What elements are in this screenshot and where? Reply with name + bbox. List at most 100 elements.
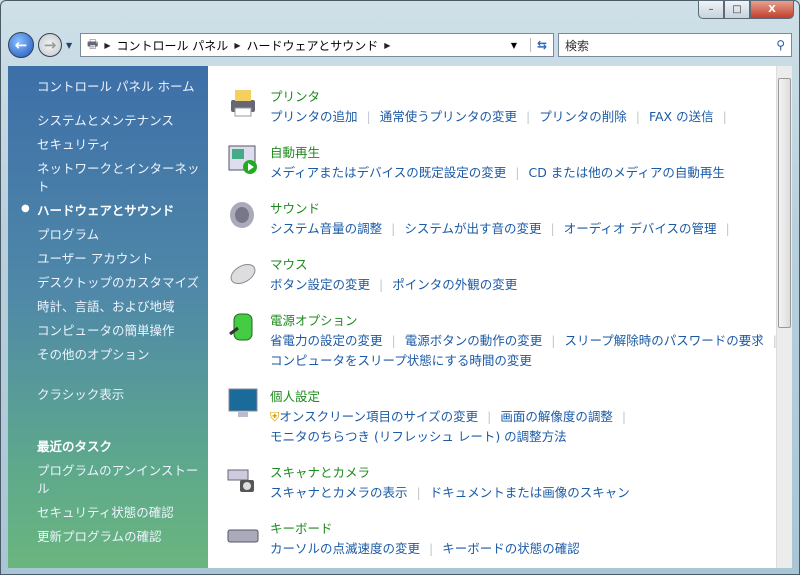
link-separator: | [366, 109, 371, 124]
task-link[interactable]: コンピュータをスリープ状態にする時間の変更 [270, 353, 532, 368]
task-link[interactable]: キーボードの状態の確認 [442, 541, 580, 556]
category-title[interactable]: 個人設定 [270, 386, 320, 405]
category-title[interactable]: キーボード [270, 518, 333, 537]
mouse-icon[interactable] [226, 254, 260, 288]
search-placeholder: 検索 [565, 38, 590, 53]
refresh-icon[interactable]: ⇆ [529, 38, 547, 52]
navigation-bar: ← → ▼ 🖶 ▶ コントロール パネル ▶ ハードウェアとサウンド ▶ ▼ ⇆… [8, 31, 792, 59]
monitor-icon[interactable] [226, 386, 260, 420]
task-link[interactable]: モニタのちらつき (リフレッシュ レート) の調整方法 [270, 429, 567, 444]
autoplay-icon[interactable] [226, 142, 260, 176]
sidebar-item-home[interactable]: コントロール パネル ホーム [37, 78, 202, 96]
link-separator: | [391, 333, 396, 348]
task-link-line: 省電力の設定の変更 | 電源ボタンの動作の変更 | スリープ解除時のパスワードの要求 | [270, 330, 786, 349]
category-list: プリンタプリンタの追加 | 通常使うプリンタの変更 | プリンタの削除 | FAX の送信 |… [208, 66, 777, 568]
task-link[interactable]: 画面の解像度の調整 [500, 409, 613, 424]
breadcrumb-hardware-sound[interactable]: ハードウェアとサウンド [246, 37, 378, 54]
minimize-button[interactable]: – [698, 0, 724, 19]
recent-task-security-status[interactable]: セキュリティ状態の確認 [37, 504, 202, 522]
link-separator: | [621, 409, 627, 424]
task-link[interactable]: オンスクリーン項目のサイズの変更 [279, 409, 478, 424]
sidebar-item-hardware-sound[interactable]: ハードウェアとサウンド [37, 202, 202, 220]
link-separator: | [550, 221, 555, 236]
sidebar-item-other-options[interactable]: その他のオプション [37, 346, 202, 364]
task-link[interactable]: スキャナとカメラの表示 [270, 485, 408, 500]
task-link[interactable]: プリンタの削除 [539, 109, 627, 124]
task-link[interactable]: オーディオ デバイスの管理 [564, 221, 717, 236]
task-link[interactable]: メディアまたはデバイスの既定設定の変更 [270, 165, 506, 180]
link-separator: | [722, 109, 727, 124]
sidebar-item-clock-region[interactable]: 時計、言語、および地域 [37, 298, 202, 316]
sidebar-item-system[interactable]: システムとメンテナンス [37, 112, 202, 130]
printer-icon[interactable] [226, 86, 260, 120]
task-link[interactable]: ポインタの外観の変更 [392, 277, 517, 292]
recent-task-uninstall[interactable]: プログラムのアンインストール [37, 462, 202, 498]
forward-button[interactable]: → [38, 33, 62, 57]
link-separator: | [429, 541, 434, 556]
category-title[interactable]: マウス [270, 254, 308, 273]
task-link[interactable]: 省電力の設定の変更 [270, 333, 383, 348]
sidebar-item-ease-of-access[interactable]: コンピュータの簡単操作 [37, 322, 202, 340]
scrollbar-thumb[interactable] [778, 78, 791, 328]
link-separator: | [379, 277, 384, 292]
search-input[interactable]: 検索 ⚲ [558, 33, 792, 57]
link-separator: | [515, 165, 520, 180]
task-link-line: モニタのちらつき (リフレッシュ レート) の調整方法 [270, 426, 567, 445]
category-title[interactable]: 自動再生 [270, 142, 320, 161]
address-bar[interactable]: 🖶 ▶ コントロール パネル ▶ ハードウェアとサウンド ▶ ▼ ⇆ [80, 33, 554, 57]
breadcrumb-control-panel[interactable]: コントロール パネル [116, 37, 228, 54]
scrollbar[interactable] [776, 66, 792, 568]
task-link-line: システム音量の調整 | システムが出す音の変更 | オーディオ デバイスの管理 | [270, 218, 739, 237]
task-link[interactable]: CD または他のメディアの自動再生 [528, 165, 724, 180]
category-title[interactable]: 電源オプション [270, 310, 358, 329]
link-separator: | [635, 109, 640, 124]
task-link-line: プリンタの追加 | 通常使うプリンタの変更 | プリンタの削除 | FAX の送信 | [270, 106, 736, 125]
sidebar: コントロール パネル ホーム システムとメンテナンス セキュリティ ネットワーク… [8, 66, 208, 568]
recent-task-updates[interactable]: 更新プログラムの確認 [37, 528, 202, 546]
sidebar-item-security[interactable]: セキュリティ [37, 136, 202, 154]
task-link[interactable]: 通常使うプリンタの変更 [380, 109, 517, 124]
link-separator: | [487, 409, 492, 424]
scanner-icon[interactable] [226, 462, 260, 496]
control-panel-icon: 🖶 [87, 36, 99, 51]
category-title[interactable]: プリンタ [270, 86, 320, 105]
task-link-line: カーソルの点滅速度の変更 | キーボードの状態の確認 [270, 538, 580, 557]
back-button[interactable]: ← [8, 32, 34, 58]
sidebar-item-user-accounts[interactable]: ユーザー アカウント [37, 250, 202, 268]
task-link[interactable]: システムが出す音の変更 [404, 221, 541, 236]
category-title[interactable]: サウンド [270, 198, 320, 217]
task-link[interactable]: 電源ボタンの動作の変更 [405, 333, 543, 348]
category-title[interactable]: スキャナとカメラ [270, 462, 370, 481]
breadcrumb-separator-icon[interactable]: ▶ [104, 41, 110, 50]
breadcrumb-separator-icon[interactable]: ▶ [234, 41, 240, 50]
close-button[interactable]: X [750, 0, 794, 19]
maximize-button[interactable]: □ [724, 0, 750, 19]
address-dropdown-icon[interactable]: ▼ [511, 41, 517, 50]
current-bullet-icon: ● [21, 203, 30, 214]
task-link[interactable]: ボタン設定の変更 [270, 277, 370, 292]
search-icon[interactable]: ⚲ [776, 38, 785, 52]
task-link-line: ⛨オンスクリーン項目のサイズの変更 | 画面の解像度の調整 | [270, 406, 635, 425]
sidebar-item-desktop[interactable]: デスクトップのカスタマイズ [37, 274, 202, 292]
task-link[interactable]: FAX の送信 [649, 109, 714, 124]
sidebar-item-network[interactable]: ネットワークとインターネット [37, 160, 202, 196]
task-link[interactable]: スリープ解除時のパスワードの要求 [564, 333, 763, 348]
task-link-line: メディアまたはデバイスの既定設定の変更 | CD または他のメディアの自動再生 [270, 162, 725, 181]
task-link[interactable]: カーソルの点滅速度の変更 [270, 541, 420, 556]
link-separator: | [551, 333, 556, 348]
breadcrumb-separator-icon[interactable]: ▶ [384, 41, 390, 50]
task-link[interactable]: システム音量の調整 [270, 221, 382, 236]
sidebar-item-classic-view[interactable]: クラシック表示 [37, 386, 202, 404]
window-controls: – □ X [698, 0, 794, 19]
recent-tasks-heading: 最近のタスク [37, 439, 113, 454]
sidebar-item-programs[interactable]: プログラム [37, 226, 202, 244]
task-link[interactable]: プリンタの追加 [270, 109, 358, 124]
link-separator: | [526, 109, 531, 124]
task-link[interactable]: ドキュメントまたは画像のスキャン [430, 485, 630, 500]
battery-icon[interactable] [226, 310, 260, 344]
speaker-icon[interactable] [226, 198, 260, 232]
uac-shield-icon: ⛨ [270, 409, 280, 424]
history-dropdown-icon[interactable]: ▼ [66, 41, 72, 50]
keyboard-icon[interactable] [226, 518, 260, 552]
task-link-line: ボタン設定の変更 | ポインタの外観の変更 [270, 274, 517, 293]
